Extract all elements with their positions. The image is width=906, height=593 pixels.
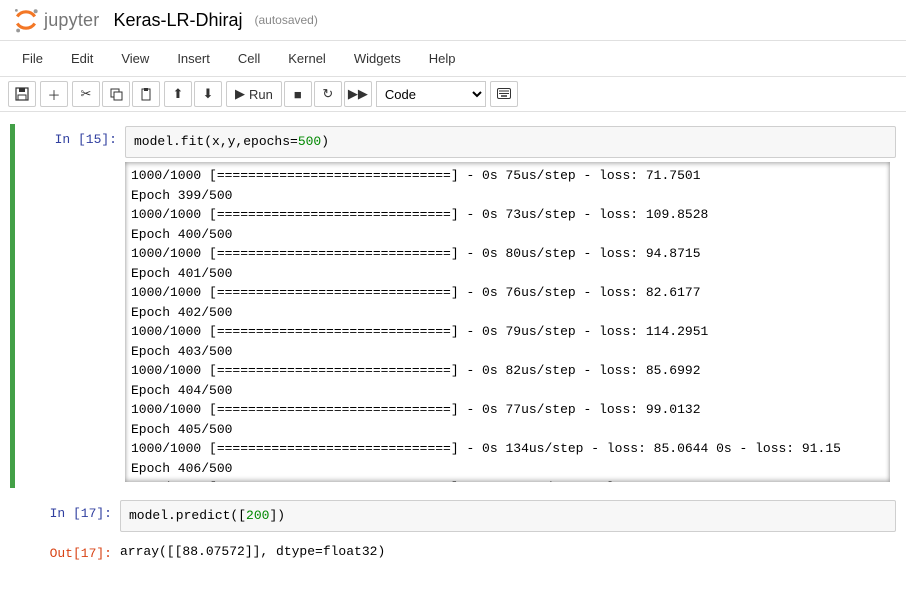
cell-code-15[interactable]: In [15]: model.fit(x,y,epochs=500) 1000/… xyxy=(10,124,896,488)
output-text: array([[88.07572]], dtype=float32) xyxy=(120,540,896,559)
cut-button[interactable]: ✂ xyxy=(72,81,100,107)
scissors-icon: ✂ xyxy=(81,86,92,102)
app-header: jupyter Keras-LR-Dhiraj (autosaved) xyxy=(0,0,906,41)
copy-button[interactable] xyxy=(102,81,130,107)
autosave-status: (autosaved) xyxy=(254,13,317,27)
plus-icon: ＋ xyxy=(47,85,60,104)
restart-icon: ↻ xyxy=(322,86,333,102)
copy-icon xyxy=(109,87,123,101)
move-down-button[interactable]: ⬇ xyxy=(194,81,222,107)
output-text: 1000/1000 [=============================… xyxy=(131,166,884,482)
jupyter-logo-icon xyxy=(12,6,40,34)
arrow-down-icon: ⬇ xyxy=(203,86,214,102)
paste-icon xyxy=(139,87,153,101)
keyboard-icon xyxy=(497,88,511,100)
menu-edit[interactable]: Edit xyxy=(57,45,107,72)
cell-output-17: Out[17]: array([[88.07572]], dtype=float… xyxy=(10,538,896,569)
input-prompt: In [15]: xyxy=(15,126,125,486)
logo-text: jupyter xyxy=(44,10,99,31)
save-button[interactable] xyxy=(8,81,36,107)
paste-button[interactable] xyxy=(132,81,160,107)
celltype-select[interactable]: Code xyxy=(376,81,486,107)
toolbar: ＋ ✂ ⬆ ⬇ ▶︎ Run ■ ↻ ▶▶ Code xyxy=(0,77,906,112)
menu-view[interactable]: View xyxy=(107,45,163,72)
interrupt-button[interactable]: ■ xyxy=(284,81,312,107)
menu-file[interactable]: File xyxy=(8,45,57,72)
fast-forward-icon: ▶▶ xyxy=(348,86,368,102)
stop-icon: ■ xyxy=(294,87,302,102)
save-icon xyxy=(15,87,29,101)
run-icon: ▶︎ xyxy=(235,86,245,102)
arrow-up-icon: ⬆ xyxy=(173,86,184,102)
menu-insert[interactable]: Insert xyxy=(163,45,224,72)
code-editor[interactable]: model.predict([200]) xyxy=(120,500,896,532)
output-prompt: Out[17]: xyxy=(10,540,120,567)
cell-code-17[interactable]: In [17]: model.predict([200]) xyxy=(10,498,896,534)
input-prompt: In [17]: xyxy=(10,500,120,532)
restart-button[interactable]: ↻ xyxy=(314,81,342,107)
output-area: array([[88.07572]], dtype=float32) xyxy=(120,540,896,567)
cell-input-area: model.fit(x,y,epochs=500) 1000/1000 [===… xyxy=(125,126,896,486)
logo: jupyter xyxy=(12,6,99,34)
output-scrolled[interactable]: 1000/1000 [=============================… xyxy=(125,162,890,482)
notebook-container: In [15]: model.fit(x,y,epochs=500) 1000/… xyxy=(0,112,906,593)
menubar: File Edit View Insert Cell Kernel Widget… xyxy=(0,41,906,77)
cell-input-area: model.predict([200]) xyxy=(120,500,896,532)
notebook-name[interactable]: Keras-LR-Dhiraj xyxy=(113,10,242,31)
add-cell-button[interactable]: ＋ xyxy=(40,81,68,107)
menu-cell[interactable]: Cell xyxy=(224,45,274,72)
run-button[interactable]: ▶︎ Run xyxy=(226,81,282,107)
code-editor[interactable]: model.fit(x,y,epochs=500) xyxy=(125,126,896,158)
menu-widgets[interactable]: Widgets xyxy=(340,45,415,72)
command-palette-button[interactable] xyxy=(490,81,518,107)
run-label: Run xyxy=(249,87,273,102)
menu-kernel[interactable]: Kernel xyxy=(274,45,340,72)
move-up-button[interactable]: ⬆ xyxy=(164,81,192,107)
output-area: 1000/1000 [=============================… xyxy=(125,158,896,486)
restart-run-button[interactable]: ▶▶ xyxy=(344,81,372,107)
menu-help[interactable]: Help xyxy=(415,45,470,72)
